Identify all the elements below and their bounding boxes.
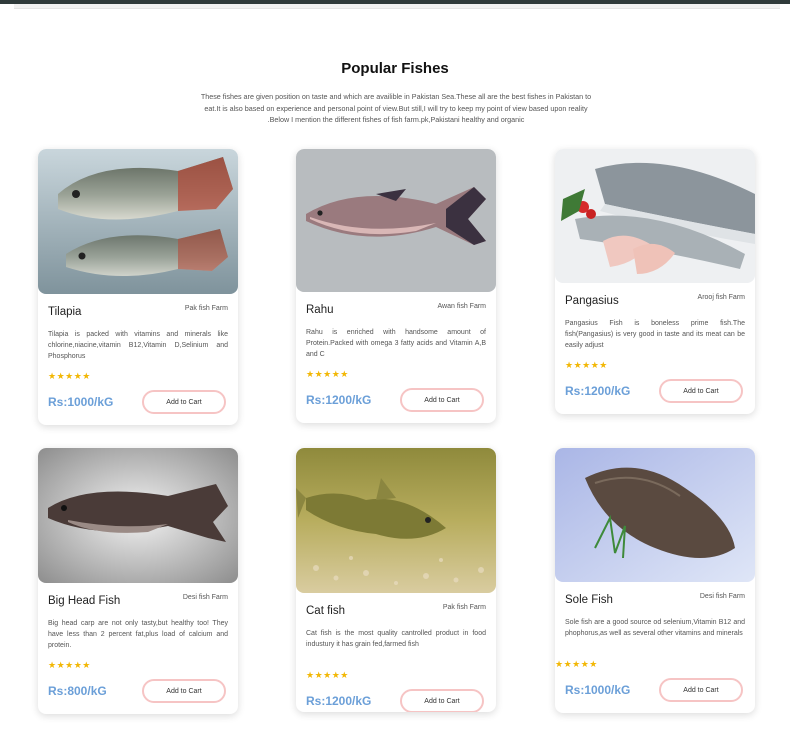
product-name: Sole Fish xyxy=(565,594,613,606)
product-price: Rs:1000/kG xyxy=(48,395,114,409)
navbar-shadow xyxy=(14,4,780,9)
tilapia-fish-image xyxy=(38,149,238,294)
product-name: Cat fish xyxy=(306,605,345,617)
rating-stars-icon: ★★★★★ xyxy=(48,371,91,381)
product-price: Rs:1000/kG xyxy=(565,683,631,697)
rahu-fish-image xyxy=(296,149,496,292)
product-card-rahu: Rahu Awan fish Farm Rahu is enriched wit… xyxy=(296,149,496,423)
rating-stars-icon: ★★★★★ xyxy=(306,369,349,379)
rating-stars-icon: ★★★★★ xyxy=(565,360,608,370)
product-description: Tilapia is packed with vitamins and mine… xyxy=(48,331,228,360)
big-head-fish-image xyxy=(38,448,238,583)
product-price: Rs:1200/kG xyxy=(306,694,372,708)
product-card-big-head-fish: Big Head Fish Desi fish Farm Big head ca… xyxy=(38,448,238,714)
product-description: Cat fish is the most quality cantrolled … xyxy=(306,630,486,648)
farm-name: Pak fish Farm xyxy=(442,604,486,611)
product-name: Rahu xyxy=(306,304,334,316)
cat-fish-image xyxy=(296,448,496,593)
rating-stars-icon: ★★★★★ xyxy=(555,659,598,669)
product-card-tilapia: Tilapia Pak fish Farm Tilapia is packed … xyxy=(38,149,238,425)
product-description: Big head carp are not only tasty,but hea… xyxy=(48,620,228,649)
sole-fish-image xyxy=(555,448,755,582)
product-price: Rs:1200/kG xyxy=(306,393,372,407)
pangasius-fish-image xyxy=(555,149,755,283)
add-to-cart-button[interactable]: Add to Cart xyxy=(400,689,484,712)
product-name: Pangasius xyxy=(565,295,619,307)
product-description: Sole fish are a good source od selenium,… xyxy=(565,619,745,637)
product-name: Tilapia xyxy=(48,306,82,318)
product-card-sole-fish: Sole Fish Desi fish Farm Sole fish are a… xyxy=(555,448,755,713)
add-to-cart-button[interactable]: Add to Cart xyxy=(659,678,743,702)
farm-name: Desi fish Farm xyxy=(182,594,228,601)
product-price: Rs:1200/kG xyxy=(565,384,631,398)
product-card-cat-fish: Cat fish Pak fish Farm Cat fish is the m… xyxy=(296,448,496,712)
farm-name: Pak fish Farm xyxy=(184,305,228,312)
product-name: Big Head Fish xyxy=(48,595,121,607)
rating-stars-icon: ★★★★★ xyxy=(306,670,349,680)
add-to-cart-button[interactable]: Add to Cart xyxy=(142,679,226,703)
add-to-cart-button[interactable]: Add to Cart xyxy=(400,388,484,412)
section-intro: These fishes are given position on taste… xyxy=(200,92,592,124)
farm-name: Awan fish Farm xyxy=(437,303,487,310)
add-to-cart-button[interactable]: Add to Cart xyxy=(142,390,226,414)
product-description: Rahu is enriched with handsome amount of… xyxy=(306,329,486,358)
product-description: Pangasius Fish is boneless prime fish.Th… xyxy=(565,320,745,349)
add-to-cart-button[interactable]: Add to Cart xyxy=(659,379,743,403)
rating-stars-icon: ★★★★★ xyxy=(48,660,91,670)
farm-name: Desi fish Farm xyxy=(699,593,745,600)
product-price: Rs:800/kG xyxy=(48,684,107,698)
product-card-pangasius: Pangasius Arooj fish Farm Pangasius Fish… xyxy=(555,149,755,414)
farm-name: Arooj fish Farm xyxy=(697,294,745,301)
section-title: Popular Fishes xyxy=(341,60,449,77)
